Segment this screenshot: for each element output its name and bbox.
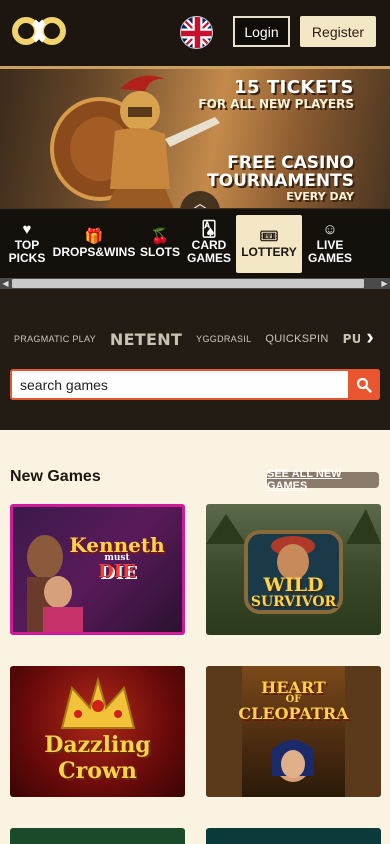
game-subtitle: DIE (98, 561, 136, 582)
game-subtitle: Crown (58, 758, 137, 784)
category-top-picks[interactable]: ♥ TOP PICKS (4, 215, 50, 273)
game-tile-heart-of-cleopatra[interactable]: HEART OF CLEOPATRA (206, 666, 381, 797)
game-tile-kenneth-must-die[interactable]: Kenneth must DIE (10, 504, 185, 635)
uk-flag-icon[interactable] (180, 16, 213, 49)
see-all-new-games-link[interactable]: SEE ALL NEW GAMES (267, 468, 379, 492)
new-games-section: New Games SEE ALL NEW GAMES Kenneth must… (0, 430, 390, 844)
game-title: WILD (263, 574, 324, 596)
category-bar: ♥ TOP PICKS 🎁 DROPS&WINS 🍒 SLOTS 🂡 CARD … (0, 208, 390, 278)
cherry-icon: 🍒 (150, 227, 170, 245)
provider-pragmatic-play[interactable]: PRAGMATIC PLAY (14, 334, 96, 344)
providers-section: PRAGMATIC PLAY NETENT YGGDRASIL QUICKSPI… (0, 289, 390, 430)
register-button[interactable]: Register (300, 16, 376, 47)
game-tile-partial[interactable] (10, 828, 185, 844)
category-label: SLOTS (139, 244, 180, 259)
banner-headline: 15 TICKETS (234, 77, 354, 98)
category-label: GAMES (307, 251, 352, 265)
category-label: PICKS (8, 251, 46, 265)
search-input[interactable] (20, 376, 340, 394)
chevron-right-icon[interactable]: › (360, 324, 380, 349)
category-lottery[interactable]: 🎟 LOTTERY (236, 214, 302, 273)
dealer-icon: ☺ (322, 221, 338, 238)
provider-yggdrasil[interactable]: YGGDRASIL (196, 334, 251, 344)
gift-icon: 🎁 (84, 227, 104, 245)
category-label: LOTTERY (241, 244, 297, 259)
header: Login Register (0, 0, 390, 66)
category-label: GAMES (186, 251, 231, 265)
banner-line-4: TOURNAMENTS (207, 171, 354, 191)
section-title: New Games (10, 468, 101, 485)
game-tile-partial[interactable] (206, 828, 381, 844)
scroll-thumb[interactable] (12, 279, 364, 288)
category-live-games[interactable]: ☺ LIVE GAMES (304, 215, 356, 273)
scroll-left-icon[interactable]: ◀ (0, 278, 11, 289)
search-icon (356, 377, 372, 393)
category-card-games[interactable]: 🂡 CARD GAMES (184, 215, 234, 273)
category-scrollbar[interactable]: ◀ ▶ (0, 278, 390, 289)
cards-icon: 🂡 (201, 221, 217, 238)
search-button[interactable] (348, 369, 380, 400)
search-bar (10, 369, 380, 400)
game-subtitle: CLEOPATRA (238, 704, 349, 723)
category-drops-wins[interactable]: 🎁 DROPS&WINS (52, 215, 136, 273)
login-button[interactable]: Login (233, 16, 290, 47)
game-tile-dazzling-crown[interactable]: Dazzling Crown (10, 666, 185, 797)
provider-carousel: PRAGMATIC PLAY NETENT YGGDRASIL QUICKSPI… (0, 327, 390, 351)
promo-banner[interactable]: 15 TICKETS FOR ALL NEW PLAYERS FREE CASI… (0, 66, 390, 208)
banner-line-3: FREE CASINO (227, 153, 354, 173)
provider-quickspin[interactable]: QUICKSPIN (265, 333, 328, 345)
category-label: DROPS&WINS (52, 244, 136, 259)
game-tile-wild-survivor[interactable]: WILD SURVIVOR (206, 504, 381, 635)
scroll-right-icon[interactable]: ▶ (379, 278, 390, 289)
heart-icon: ♥ (22, 221, 32, 238)
category-slots[interactable]: 🍒 SLOTS (138, 215, 182, 273)
ticket-icon: 🎟 (259, 227, 279, 245)
game-title: Dazzling (44, 732, 151, 758)
banner-line-5: EVERY DAY (286, 190, 354, 203)
game-art (206, 509, 381, 614)
provider-netent[interactable]: NETENT (110, 330, 182, 349)
game-subtitle: SURVIVOR (250, 594, 337, 610)
banner-subheadline: FOR ALL NEW PLAYERS (198, 97, 354, 111)
casino-logo[interactable] (12, 16, 66, 46)
